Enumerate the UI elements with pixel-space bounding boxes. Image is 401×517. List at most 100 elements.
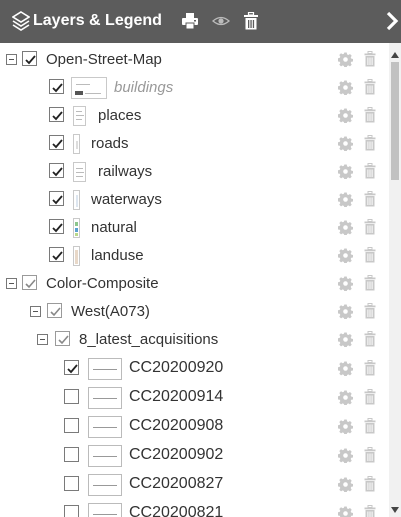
layer-places[interactable]: places (0, 102, 389, 130)
trash-icon[interactable] (364, 275, 376, 291)
gear-icon[interactable] (338, 108, 353, 123)
layer-roads[interactable]: roads (0, 130, 389, 158)
checkmark-icon (52, 111, 63, 121)
layer-landuse[interactable]: landuse (0, 242, 389, 270)
layer-label: CC20200920 (129, 359, 224, 376)
trash-icon[interactable] (364, 163, 376, 179)
scrollbar-thumb[interactable] (391, 62, 399, 180)
checkbox-buildings[interactable] (49, 79, 64, 94)
gear-icon[interactable] (338, 80, 353, 95)
checkbox-cc20200920[interactable] (64, 360, 79, 375)
gear-icon[interactable] (338, 192, 353, 207)
trash-icon[interactable] (364, 360, 376, 376)
checkmark-icon (52, 83, 63, 93)
checkmark-icon (58, 335, 69, 345)
checkbox-cc20200914[interactable] (64, 389, 79, 404)
layer-natural[interactable]: natural (0, 214, 389, 242)
legend-thumbnail (88, 416, 122, 438)
scroll-up-icon[interactable] (391, 52, 399, 58)
gear-icon[interactable] (338, 136, 353, 151)
gear-icon[interactable] (338, 304, 353, 319)
trash-icon[interactable] (242, 12, 260, 30)
gear-icon[interactable] (338, 248, 353, 263)
collapse-icon[interactable] (30, 306, 41, 317)
gear-icon[interactable] (338, 52, 353, 67)
trash-icon[interactable] (364, 447, 376, 463)
checkbox-color-composite[interactable] (22, 275, 37, 290)
gear-icon[interactable] (338, 164, 353, 179)
layer-cc20200920[interactable]: CC20200920 (0, 355, 389, 383)
collapse-icon[interactable] (6, 54, 17, 65)
gear-icon[interactable] (338, 220, 353, 235)
checkbox-cc20200902[interactable] (64, 447, 79, 462)
trash-icon[interactable] (364, 247, 376, 263)
layer-label: landuse (91, 247, 144, 264)
eye-icon[interactable] (212, 12, 230, 30)
checkmark-icon (67, 364, 78, 374)
scroll-down-icon[interactable] (391, 507, 399, 513)
legend-thumbnail (71, 77, 107, 99)
gear-icon[interactable] (338, 448, 353, 463)
gear-icon[interactable] (338, 390, 353, 405)
gear-icon[interactable] (338, 361, 353, 376)
checkbox-places[interactable] (49, 107, 64, 122)
layer-cc20200821[interactable]: CC20200821 (0, 500, 389, 517)
trash-icon[interactable] (364, 303, 376, 319)
checkbox-landuse[interactable] (49, 247, 64, 262)
checkbox-cc20200908[interactable] (64, 418, 79, 433)
checkbox-cc20200827[interactable] (64, 476, 79, 491)
layer-label: railways (98, 163, 153, 180)
layer-label: CC20200827 (129, 475, 224, 492)
trash-icon[interactable] (364, 51, 376, 67)
collapse-icon[interactable] (6, 278, 17, 289)
layer-cc20200902[interactable]: CC20200902 (0, 442, 389, 470)
checkbox-open-street-map[interactable] (22, 51, 37, 66)
checkbox-railways[interactable] (49, 163, 64, 178)
trash-icon[interactable] (364, 389, 376, 405)
checkbox-natural[interactable] (49, 219, 64, 234)
layer-railways[interactable]: railways (0, 158, 389, 186)
layer-label: Open-Street-Map (46, 51, 162, 68)
layer-group-color-composite[interactable]: Color-Composite (0, 270, 389, 298)
layer-waterways[interactable]: waterways (0, 186, 389, 214)
gear-icon[interactable] (338, 477, 353, 492)
layer-label: buildings (114, 79, 174, 96)
layer-label: waterways (91, 191, 162, 208)
trash-icon[interactable] (364, 418, 376, 434)
layer-cc20200827[interactable]: CC20200827 (0, 471, 389, 499)
checkbox-west[interactable] (47, 303, 62, 318)
gear-icon[interactable] (338, 419, 353, 434)
layer-label: roads (91, 135, 129, 152)
layers-icon (12, 11, 30, 31)
checkmark-icon (52, 195, 63, 205)
checkbox-waterways[interactable] (49, 191, 64, 206)
legend-thumbnail (88, 474, 122, 496)
layer-group-west[interactable]: West(A073) (0, 298, 389, 326)
collapse-icon[interactable] (37, 334, 48, 345)
checkbox-roads[interactable] (49, 135, 64, 150)
checkbox-cc20200821[interactable] (64, 505, 79, 517)
checkmark-icon (25, 279, 36, 289)
trash-icon[interactable] (364, 476, 376, 492)
layer-buildings[interactable]: buildings (0, 74, 389, 102)
print-icon[interactable] (181, 12, 199, 30)
panel-header: Layers & Legend (0, 0, 401, 43)
trash-icon[interactable] (364, 135, 376, 151)
legend-thumbnail (88, 445, 122, 467)
layer-group-open-street-map[interactable]: Open-Street-Map (0, 46, 389, 74)
checkmark-icon (25, 55, 36, 65)
gear-icon[interactable] (338, 276, 353, 291)
gear-icon[interactable] (338, 506, 353, 517)
layer-cc20200908[interactable]: CC20200908 (0, 413, 389, 441)
trash-icon[interactable] (364, 191, 376, 207)
trash-icon[interactable] (364, 331, 376, 347)
trash-icon[interactable] (364, 505, 376, 517)
checkbox-8-latest-acquisitions[interactable] (55, 331, 70, 346)
trash-icon[interactable] (364, 219, 376, 235)
layer-group-8-latest-acquisitions[interactable]: 8_latest_acquisitions (0, 326, 389, 354)
layer-cc20200914[interactable]: CC20200914 (0, 384, 389, 412)
trash-icon[interactable] (364, 107, 376, 123)
chevron-right-icon[interactable] (385, 10, 399, 32)
gear-icon[interactable] (338, 332, 353, 347)
trash-icon[interactable] (364, 79, 376, 95)
